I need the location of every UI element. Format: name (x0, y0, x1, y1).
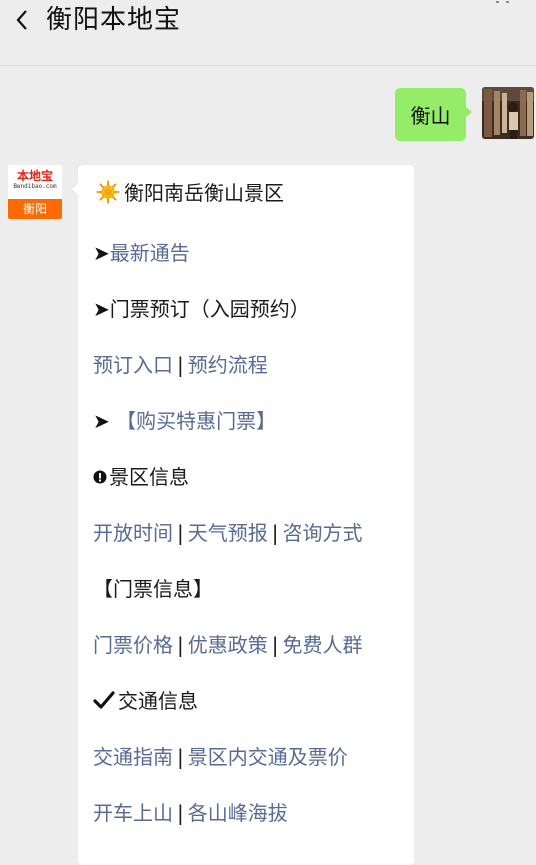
discount-link[interactable]: 优惠政策 (188, 633, 268, 657)
status-fragment-icon (496, 0, 510, 3)
card-title-line: 衡阳南岳衡山景区 (96, 179, 284, 207)
info-icon (93, 463, 107, 484)
altitude-link[interactable]: 各山峰海拔 (188, 801, 288, 825)
separator: | (177, 745, 184, 769)
arrow-icon: ➤ (93, 409, 110, 433)
ticket-links-line: 门票价格 | 优惠政策 | 免费人群 (93, 631, 363, 659)
contact-link[interactable]: 咨询方式 (283, 521, 363, 545)
separator: | (271, 633, 279, 657)
ticket-info-line: 【门票信息】 (93, 575, 213, 603)
separator: | (177, 633, 184, 657)
separator: | (271, 521, 279, 545)
logo-text: 本地宝 (16, 169, 53, 183)
inner-traffic-link[interactable]: 景区内交通及票价 (188, 745, 348, 769)
ticket-info-heading: 【门票信息】 (93, 577, 213, 601)
traffic-heading: 交通信息 (118, 689, 198, 713)
booking-entry-link[interactable]: 预订入口 (93, 353, 173, 377)
special-ticket-line: ➤ 【购买特惠门票】 (93, 407, 276, 435)
arrow-icon: ➤ (93, 297, 110, 321)
user-message-text: 衡山 (410, 104, 451, 128)
user-message-bubble[interactable]: 衡山 (395, 88, 472, 141)
arrow-icon: ➤ (93, 241, 110, 265)
page-title: 衡阳本地宝 (46, 5, 182, 35)
ticket-booking-line: ➤门票预订（入园预约） (93, 295, 310, 323)
traffic-guide-link[interactable]: 交通指南 (93, 745, 173, 769)
booking-flow-link[interactable]: 预约流程 (188, 353, 268, 377)
sun-icon (96, 180, 120, 204)
bot-avatar[interactable]: 本地宝 Bendibao.com 衡阳 (8, 165, 62, 219)
bot-message-bubble: 衡阳南岳衡山景区 ➤最新通告 ➤门票预订（入园预约） 预订入口 | 预约流程 ➤ 【… (72, 165, 414, 865)
open-time-link[interactable]: 开放时间 (93, 521, 173, 545)
drive-links-line: 开车上山 | 各山峰海拔 (93, 799, 288, 827)
bot-avatar-logo: 本地宝 Bendibao.com (8, 165, 62, 199)
traffic-links-line: 交通指南 | 景区内交通及票价 (93, 743, 348, 771)
chat-header: 衡阳本地宝 (0, 0, 536, 66)
separator: | (177, 521, 184, 545)
traffic-line: 交通信息 (93, 687, 198, 715)
scenic-links-line: 开放时间 | 天气预报 | 咨询方式 (93, 519, 363, 547)
weather-link[interactable]: 天气预报 (188, 521, 268, 545)
scenic-info-heading: 景区信息 (109, 465, 189, 489)
scenic-info-line: 景区信息 (93, 463, 189, 491)
notice-link[interactable]: 最新通告 (110, 241, 190, 265)
drive-link[interactable]: 开车上山 (93, 801, 173, 825)
ticket-booking-heading: 门票预订（入园预约） (109, 297, 310, 321)
chevron-left-icon[interactable] (8, 6, 36, 34)
price-link[interactable]: 门票价格 (93, 633, 173, 657)
logo-sub: Bendibao.com (13, 183, 57, 190)
special-ticket-link[interactable]: 【购买特惠门票】 (116, 409, 276, 433)
separator: | (177, 801, 184, 825)
checkmark-icon (93, 689, 115, 711)
free-link[interactable]: 免费人群 (283, 633, 363, 657)
user-avatar[interactable] (482, 87, 534, 139)
separator: | (177, 353, 184, 377)
card-title: 衡阳南岳衡山景区 (124, 181, 284, 205)
bot-avatar-city: 衡阳 (8, 199, 62, 219)
booking-links-line: 预订入口 | 预约流程 (93, 351, 268, 379)
notice-line: ➤最新通告 (93, 239, 190, 267)
